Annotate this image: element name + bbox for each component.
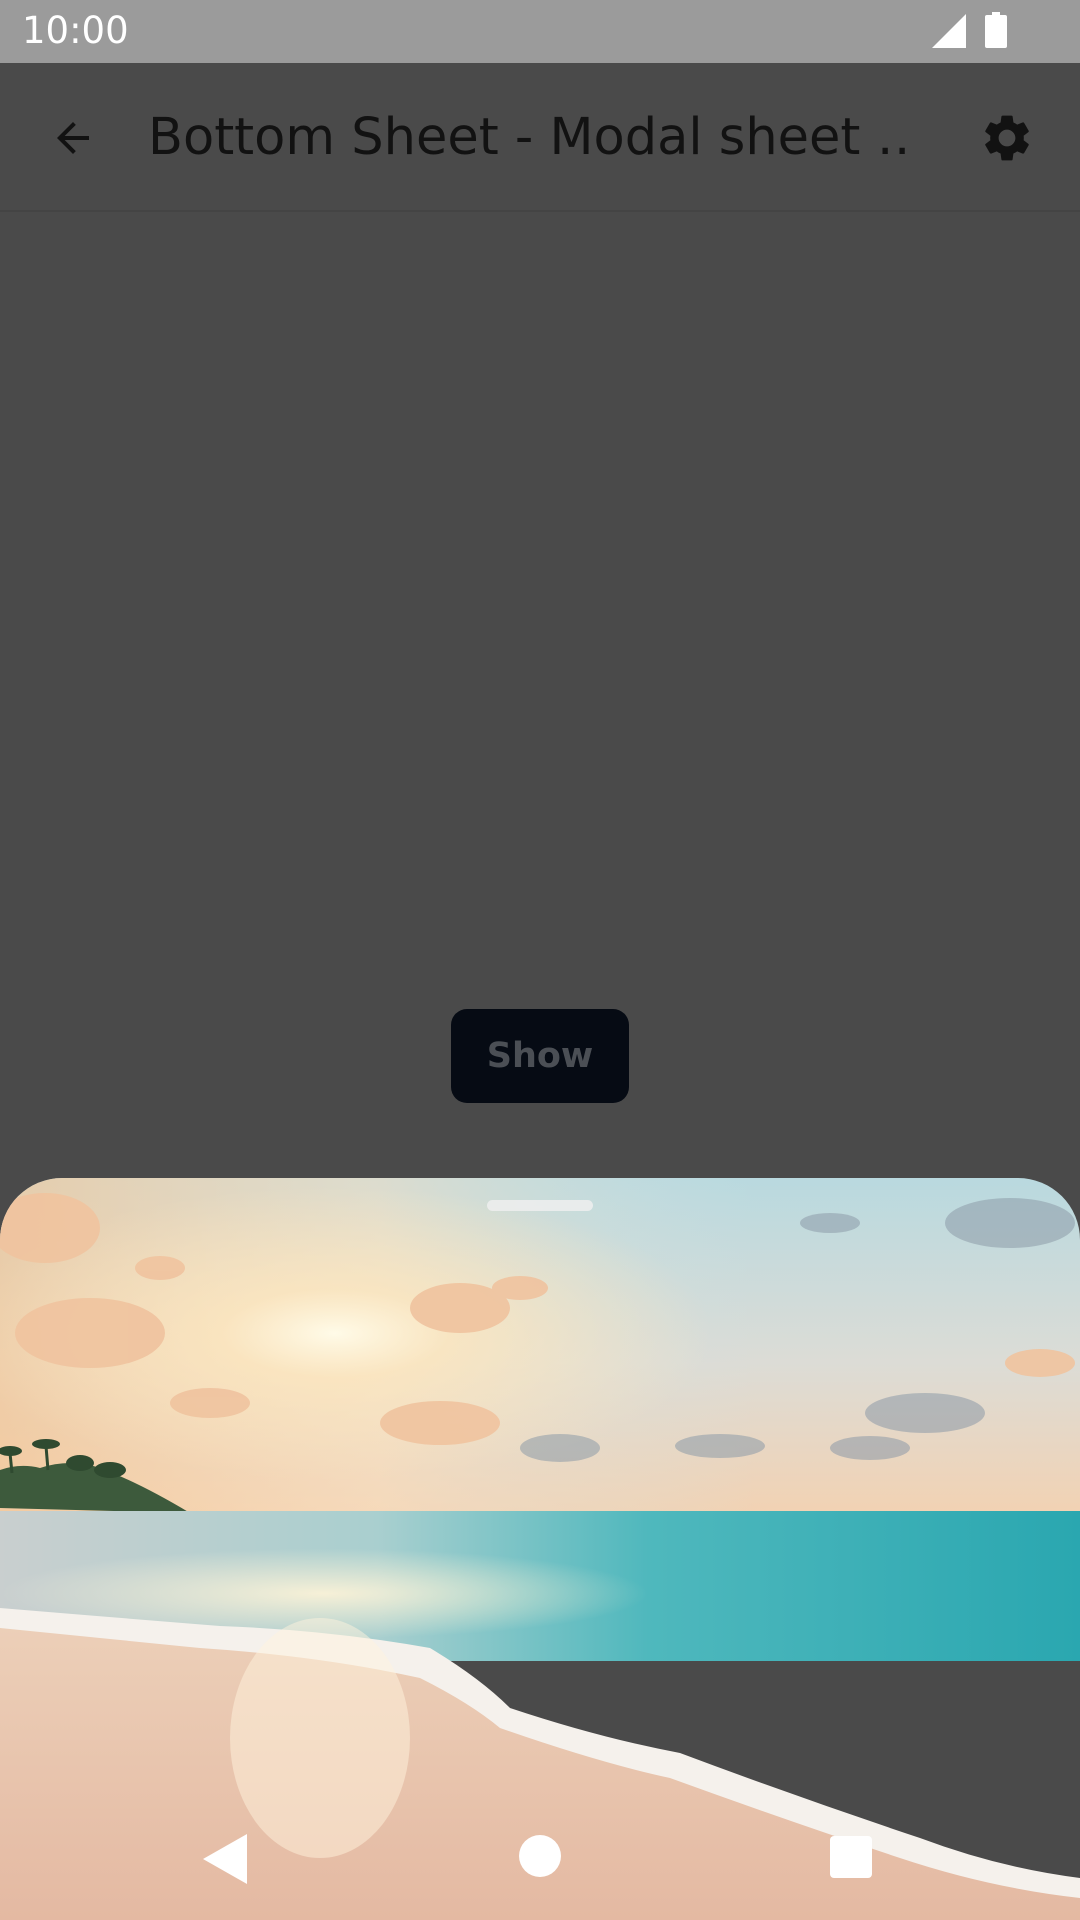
beach-sunset-image bbox=[0, 1178, 1080, 1920]
nav-bar bbox=[0, 1812, 1080, 1920]
drag-handle[interactable] bbox=[487, 1200, 593, 1211]
back-button[interactable] bbox=[38, 103, 108, 173]
settings-button[interactable] bbox=[972, 103, 1042, 173]
battery-icon bbox=[985, 12, 1007, 48]
status-time: 10:00 bbox=[22, 9, 129, 52]
gear-icon bbox=[985, 115, 1029, 161]
bottom-sheet[interactable] bbox=[0, 1178, 1080, 1920]
app-bar: Bottom Sheet - Modal sheet … bbox=[0, 63, 1080, 212]
show-button[interactable]: Show bbox=[451, 1009, 629, 1103]
nav-home-circle-icon[interactable] bbox=[519, 1835, 561, 1877]
page-title: Bottom Sheet - Modal sheet … bbox=[148, 108, 908, 167]
arrow-back-icon bbox=[57, 122, 89, 154]
cell-signal-icon bbox=[932, 14, 966, 48]
status-bar: 10:00 bbox=[0, 0, 1080, 63]
nav-back-triangle-icon[interactable] bbox=[203, 1834, 247, 1884]
nav-recents-square-icon[interactable] bbox=[830, 1836, 872, 1878]
